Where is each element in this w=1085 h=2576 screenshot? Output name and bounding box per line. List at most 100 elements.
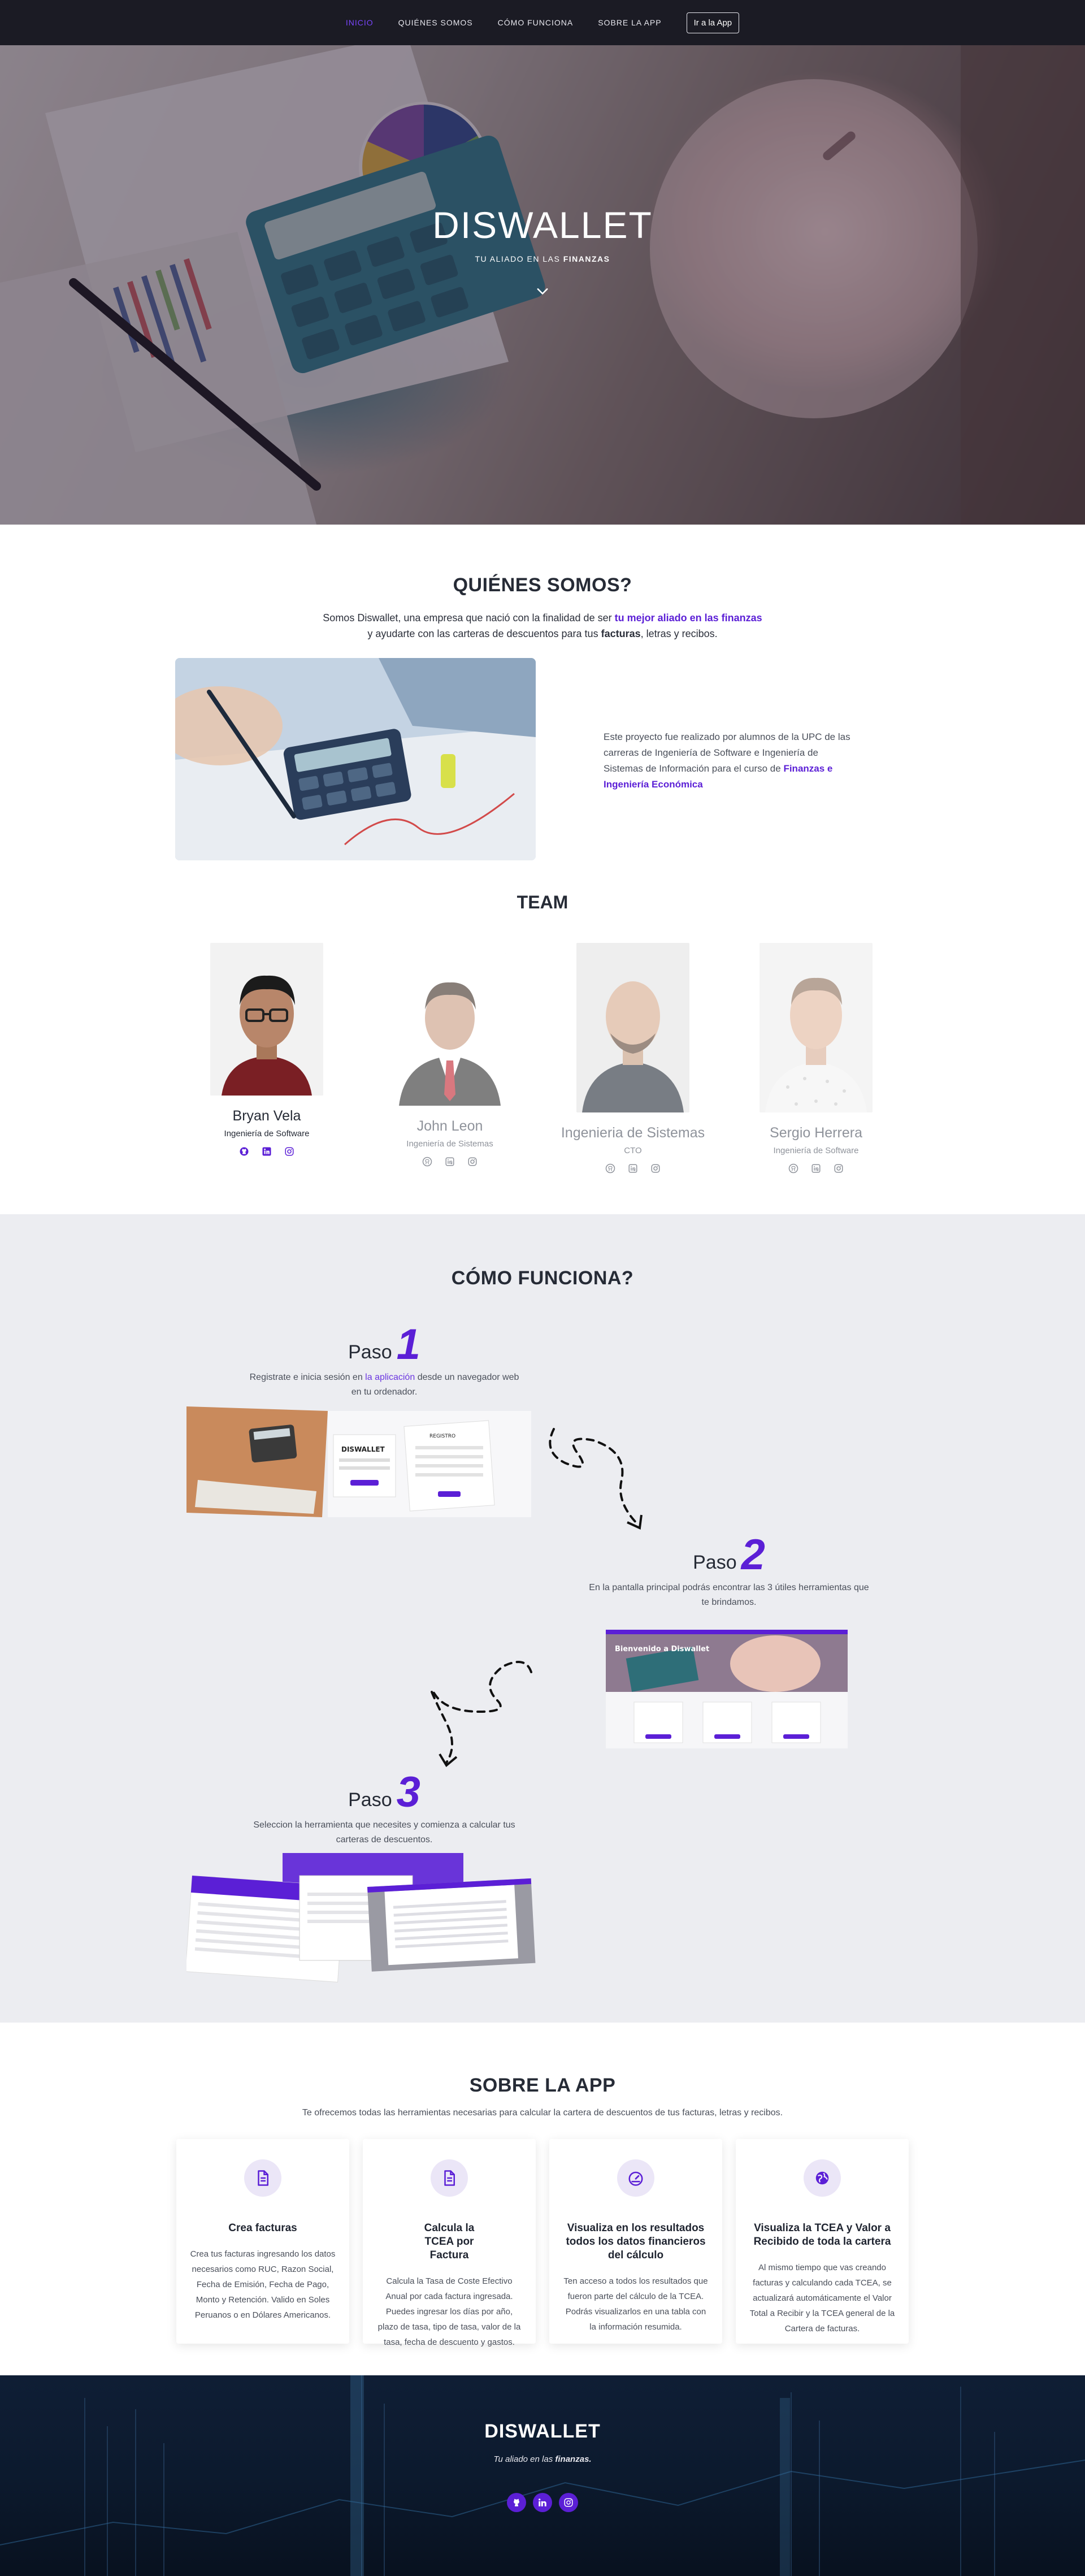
step-1: Paso 1 Registrate e inicia sesión en la … — [249, 1321, 520, 1400]
footer-tagline: Tu aliado en las finanzas. — [0, 2454, 1085, 2464]
feature-card-crea-facturas: Crea facturas Crea tus facturas ingresan… — [176, 2139, 349, 2344]
step-2: Paso 2 En la pantalla principal podrás e… — [588, 1531, 870, 1610]
member-name: Bryan Vela — [232, 1108, 301, 1124]
team-title: TEAM — [517, 892, 568, 912]
nav-link-como-funciona[interactable]: CÓMO FUNCIONA — [498, 18, 574, 27]
linkedin-icon[interactable] — [533, 2493, 552, 2512]
mock-brand-label: DISWALLET — [341, 1445, 385, 1453]
step-description-text: Registrate e inicia sesión en — [249, 1373, 363, 1382]
app-link[interactable]: la aplicación — [365, 1373, 415, 1382]
member-role: Ingeniería de Software — [224, 1129, 310, 1138]
member-photo — [393, 953, 506, 1106]
card-text: Calcula la Tasa de Coste Efectivo Anual … — [377, 2276, 521, 2347]
about-description: Este proyecto fue realizado por alumnos … — [604, 729, 852, 793]
hero-title: DISWALLET — [432, 204, 653, 246]
document-icon — [431, 2159, 468, 2197]
dashed-arrow-2 — [430, 1661, 532, 1768]
step-word: Paso — [348, 1789, 392, 1811]
about-intro-highlight: tu mejor aliado en las finanzas — [614, 612, 762, 624]
card-title: Calcula la TCEA por Factura — [424, 2222, 475, 2261]
step-heading: Paso 1 — [249, 1321, 520, 1369]
nav-link-inicio[interactable]: INICIO — [346, 18, 374, 27]
team-member-cto: Ingenieria de Sistemas CTO — [548, 943, 718, 1174]
nav-link-sobre-la-app[interactable]: SOBRE LA APP — [598, 18, 661, 27]
about-row: Este proyecto fue realizado por alumnos … — [175, 658, 910, 861]
member-photo — [760, 943, 873, 1112]
about-intro-part-2: y ayudarte con las carteras de descuento… — [367, 628, 598, 639]
step-heading: Paso 2 — [588, 1531, 870, 1579]
globe-icon — [804, 2159, 841, 2197]
member-socials — [731, 1163, 901, 1174]
feature-card-calcula-tcea: Calcula la TCEA por Factura Calcula la T… — [363, 2139, 536, 2347]
footer-tagline-prefix: Tu aliado en las — [493, 2454, 553, 2464]
team-member-sergio-herrera: Sergio Herrera Ingeniería de Software — [731, 943, 901, 1174]
github-icon[interactable] — [788, 1163, 798, 1174]
instagram-icon[interactable] — [650, 1163, 661, 1174]
about-intro: Somos Diswallet, una empresa que nació c… — [322, 610, 763, 642]
linkedin-icon[interactable] — [262, 1146, 272, 1157]
top-navbar: INICIO QUIÉNES SOMOS CÓMO FUNCIONA SOBRE… — [0, 0, 1085, 45]
footer: DISWALLET Tu aliado en las finanzas. — [0, 2375, 1085, 2576]
member-name: Ingenieria de Sistemas — [561, 1125, 705, 1141]
mock-welcome-label: Bienvenido a Diswallet — [615, 1645, 709, 1653]
footer-socials — [0, 2493, 1085, 2512]
member-name: Sergio Herrera — [770, 1125, 862, 1141]
step-3-screenshot — [185, 1853, 537, 1989]
team-member-john-leon: John Leon Ingeniería de Sistemas — [365, 953, 535, 1167]
github-icon[interactable] — [605, 1163, 615, 1174]
nav-links: INICIO QUIÉNES SOMOS CÓMO FUNCIONA SOBRE… — [346, 12, 740, 33]
member-socials — [548, 1163, 718, 1174]
member-name: John Leon — [416, 1118, 483, 1134]
feature-card-visualiza-tcea: Visualiza la TCEA y Valor a Recibido de … — [736, 2139, 909, 2344]
go-to-app-button[interactable]: Ir a la App — [686, 12, 740, 33]
instagram-icon[interactable] — [559, 2493, 578, 2512]
step-number: 1 — [396, 1321, 420, 1369]
member-photo — [210, 943, 323, 1096]
team-member-bryan-vela: Bryan Vela Ingeniería de Software — [182, 943, 351, 1157]
nav-link-quienes-somos[interactable]: QUIÉNES SOMOS — [398, 18, 473, 27]
instagram-icon[interactable] — [467, 1157, 478, 1167]
card-text: Al mismo tiempo que vas creando facturas… — [749, 2263, 895, 2333]
step-3: Paso 3 Seleccion la herramienta que nece… — [249, 1768, 520, 1847]
member-role: CTO — [624, 1146, 642, 1155]
about-intro-bold: facturas — [601, 628, 641, 639]
linkedin-icon[interactable] — [628, 1163, 638, 1174]
how-it-works-section: CÓMO FUNCIONA? Paso 1 Registrate e inici… — [0, 1214, 1085, 2023]
hero-section: DISWALLET TU ALIADO EN LAS FINANZAS — [0, 45, 1085, 525]
card-text: Ten acceso a todos los resultados que fu… — [563, 2276, 708, 2332]
step-number: 3 — [396, 1768, 420, 1816]
dashed-arrow-1 — [549, 1428, 643, 1530]
step-description: Seleccion la herramienta que necesites y… — [253, 1820, 515, 1845]
about-title: QUIÉNES SOMOS? — [453, 574, 632, 596]
member-socials — [365, 1157, 535, 1167]
about-app-intro: Te ofrecemos todas las herramientas nece… — [302, 2108, 783, 2118]
card-title: Crea facturas — [228, 2222, 297, 2234]
about-app-title: SOBRE LA APP — [469, 2075, 616, 2096]
github-icon[interactable] — [422, 1157, 432, 1167]
card-title: Visualiza en los resultados todos los da… — [566, 2222, 706, 2261]
about-intro-part-1: Somos Diswallet, una empresa que nació c… — [323, 612, 612, 624]
hero-subtitle-bold: FINANZAS — [563, 254, 610, 263]
member-role: Ingeniería de Sistemas — [406, 1139, 493, 1149]
member-photo — [576, 943, 689, 1112]
linkedin-icon[interactable] — [445, 1157, 455, 1167]
linkedin-icon[interactable] — [811, 1163, 821, 1174]
step-description: Registrate e inicia sesión en la aplicac… — [249, 1370, 520, 1400]
instagram-icon[interactable] — [284, 1146, 294, 1157]
document-icon — [244, 2159, 281, 2197]
github-icon[interactable] — [507, 2493, 526, 2512]
instagram-icon[interactable] — [834, 1163, 844, 1174]
github-icon[interactable] — [239, 1146, 249, 1157]
page: INICIO QUIÉNES SOMOS CÓMO FUNCIONA SOBRE… — [0, 0, 1085, 2576]
feature-cards: Crea facturas Crea tus facturas ingresan… — [176, 2139, 909, 2347]
card-title: Visualiza la TCEA y Valor a Recibido de … — [753, 2222, 891, 2248]
about-app-section: SOBRE LA APP Te ofrecemos todas las herr… — [0, 2023, 1085, 2375]
mock-register-label: REGISTRO — [429, 1434, 455, 1439]
chevron-down-icon[interactable] — [535, 284, 550, 300]
how-title: CÓMO FUNCIONA? — [451, 1267, 634, 1289]
about-photo — [175, 658, 536, 860]
step-number: 2 — [741, 1531, 765, 1579]
card-text: Crea tus facturas ingresando los datos n… — [190, 2249, 336, 2320]
member-socials — [182, 1146, 351, 1157]
footer-title: DISWALLET — [484, 2421, 601, 2442]
